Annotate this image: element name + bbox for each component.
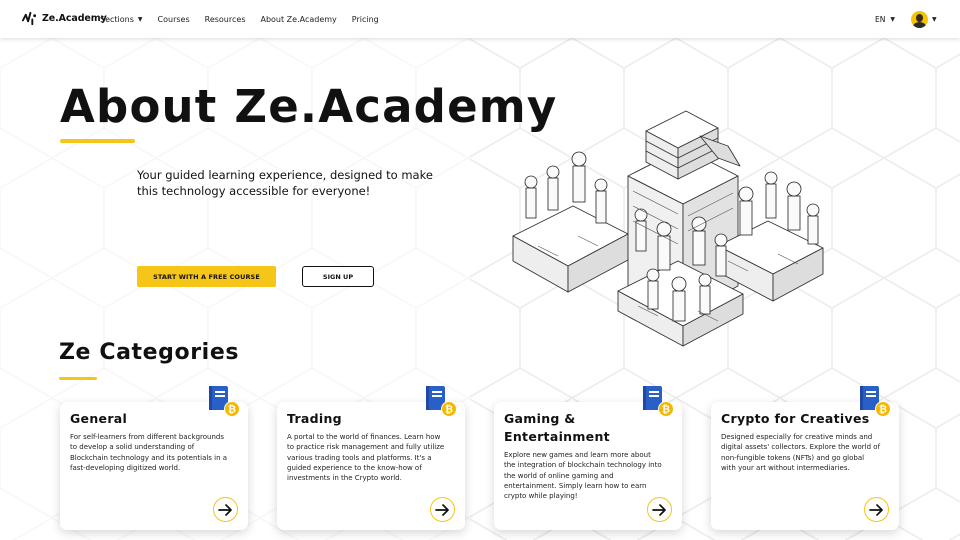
- nav-link-courses[interactable]: Courses: [158, 15, 190, 24]
- nav-link-label: Sections: [100, 14, 134, 24]
- card-title: General: [70, 411, 128, 426]
- book-icon: ₿: [426, 386, 457, 417]
- category-card-gaming[interactable]: Gaming & Entertainment Explore new games…: [494, 402, 682, 530]
- nav-link-pricing[interactable]: Pricing: [352, 15, 379, 24]
- arrow-right-icon: [652, 503, 666, 516]
- chevron-down-icon: ▼: [932, 16, 937, 23]
- categories-title: Ze Categories: [59, 340, 240, 365]
- top-navbar: Ze.Academy Sections ▼ Courses Resources …: [0, 0, 960, 38]
- svg-text:₿: ₿: [228, 404, 236, 416]
- category-card-trading[interactable]: Trading A portal to the world of finance…: [277, 402, 465, 530]
- chevron-down-icon: ▼: [890, 16, 895, 23]
- nav-link-about[interactable]: About Ze.Academy: [260, 15, 336, 24]
- language-selector[interactable]: EN ▼: [875, 15, 895, 24]
- svg-text:₿: ₿: [445, 404, 453, 416]
- arrow-right-icon: [218, 503, 232, 516]
- arrow-right-icon: [435, 503, 449, 516]
- arrow-right-button[interactable]: [647, 497, 672, 522]
- categories-underline: [59, 377, 97, 380]
- chevron-down-icon: ▼: [137, 15, 143, 23]
- logo-text: Ze.Academy: [42, 13, 107, 24]
- title-underline: [60, 139, 135, 143]
- arrow-right-button[interactable]: [213, 497, 238, 522]
- svg-text:₿: ₿: [879, 404, 887, 416]
- arrow-right-icon: [869, 503, 883, 516]
- card-description: Explore new games and learn more about t…: [504, 451, 662, 501]
- logo[interactable]: Ze.Academy: [22, 11, 107, 26]
- start-free-course-button[interactable]: START WITH A FREE COURSE: [137, 266, 276, 287]
- arrow-right-button[interactable]: [430, 497, 455, 522]
- card-description: A portal to the world of finances. Learn…: [287, 433, 445, 483]
- isometric-city-illustration: [512, 110, 824, 347]
- nav-links: Sections ▼ Courses Resources About Ze.Ac…: [100, 0, 394, 38]
- card-title: Gaming & Entertainment: [504, 411, 610, 444]
- card-description: For self-learners from different backgro…: [70, 433, 228, 472]
- nav-link-sections[interactable]: Sections ▼: [100, 15, 143, 24]
- svg-text:₿: ₿: [662, 404, 670, 416]
- user-avatar: [911, 11, 928, 28]
- ze-logo-icon: [22, 11, 37, 26]
- nav-link-resources[interactable]: Resources: [205, 15, 246, 24]
- card-description: Designed especially for creative minds a…: [721, 433, 881, 472]
- arrow-right-button[interactable]: [864, 497, 889, 522]
- book-icon: ₿: [209, 386, 240, 417]
- user-menu[interactable]: ▼: [911, 11, 937, 28]
- hero-subtitle: Your guided learning experience, designe…: [137, 168, 433, 198]
- book-icon: ₿: [860, 386, 891, 417]
- sign-up-button[interactable]: SIGN UP: [302, 266, 374, 287]
- card-title: Crypto for Creatives: [721, 411, 870, 426]
- page-title: About Ze.Academy: [60, 80, 558, 133]
- card-title: Trading: [287, 411, 342, 426]
- book-icon: ₿: [643, 386, 674, 417]
- category-card-general[interactable]: General For self-learners from different…: [60, 402, 248, 530]
- language-label: EN: [875, 15, 886, 24]
- category-card-crypto-creatives[interactable]: Crypto for Creatives Designed especially…: [711, 402, 899, 530]
